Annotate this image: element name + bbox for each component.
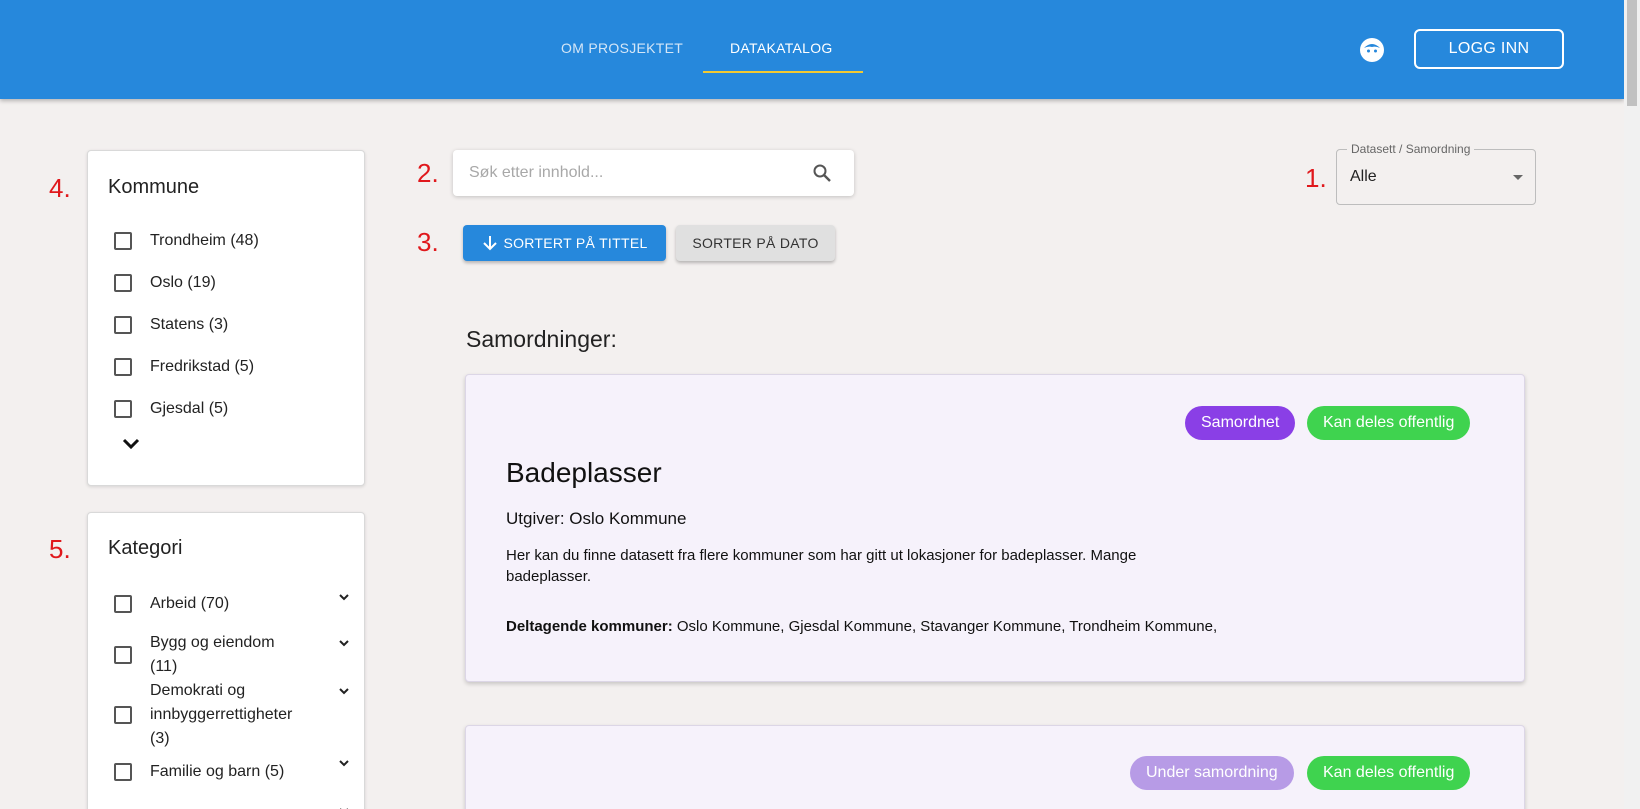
kommune-filter-label: Oslo (19) bbox=[150, 274, 216, 291]
annotation-5: 5. bbox=[49, 534, 71, 564]
kommune-filter-item[interactable]: Trondheim (48) bbox=[114, 229, 259, 253]
dataset-publisher: Utgiver: Oslo Kommune bbox=[506, 509, 687, 528]
kategori-filter-item[interactable]: Familie og barn (5) bbox=[114, 760, 310, 784]
participants-value: Oslo Kommune, Gjesdal Kommune, Stavanger… bbox=[676, 618, 1218, 635]
kategori-filter-title: Kategori bbox=[108, 537, 183, 559]
checkbox[interactable] bbox=[114, 274, 132, 292]
dataset-title: Badeplasser bbox=[506, 457, 662, 488]
kategori-filter-label: Bygg og eiendom (11) bbox=[150, 634, 275, 675]
annotation-3: 3. bbox=[417, 227, 439, 257]
type-select-value: Alle bbox=[1350, 168, 1377, 185]
scrollbar-thumb[interactable] bbox=[1627, 0, 1637, 106]
kommune-filter-card: Kommune Trondheim (48) Oslo (19) Statens… bbox=[87, 150, 365, 486]
kommune-filter-item[interactable]: Statens (3) bbox=[114, 313, 228, 337]
chevron-down-icon[interactable] bbox=[338, 589, 350, 607]
dataset-participants: Deltagende kommuner: Oslo Kommune, Gjesd… bbox=[506, 618, 1217, 635]
kommune-filter-item[interactable]: Gjesdal (5) bbox=[114, 397, 228, 421]
chevron-down-icon[interactable] bbox=[122, 437, 140, 456]
tab-om-prosjektet[interactable]: OM PROSJEKTET bbox=[561, 40, 683, 56]
search-icon[interactable] bbox=[812, 163, 832, 188]
chevron-down-icon[interactable] bbox=[338, 755, 350, 773]
tab-datakatalog[interactable]: DATAKATALOG bbox=[730, 40, 833, 56]
kommune-filter-item[interactable]: Fredrikstad (5) bbox=[114, 355, 254, 379]
dropdown-arrow-icon bbox=[1513, 175, 1523, 180]
kommune-filter-label: Gjesdal (5) bbox=[150, 400, 229, 417]
login-button[interactable]: LOGG INN bbox=[1414, 29, 1564, 69]
checkbox[interactable] bbox=[114, 646, 132, 664]
annotation-2: 2. bbox=[417, 158, 439, 188]
kategori-filter-item[interactable]: Bygg og eiendom (11) bbox=[114, 631, 290, 679]
kategori-filter-label: Demokrati og innbyggerrettigheter (3) bbox=[150, 682, 293, 747]
kategori-filter-item[interactable]: Demokrati og innbyggerrettigheter (3) bbox=[114, 679, 300, 751]
type-select[interactable]: Datasett / Samordning Alle bbox=[1336, 142, 1536, 205]
sort-by-date-button[interactable]: SORTER PÅ DATO bbox=[676, 225, 835, 261]
kategori-filter-item[interactable]: Arbeid (70) bbox=[114, 592, 310, 616]
dataset-description: Her kan du finne datasett fra flere komm… bbox=[506, 547, 1137, 585]
status-badge: Samordnet bbox=[1185, 406, 1296, 440]
dataset-card[interactable]: Samordnet Kan deles offentlig Badeplasse… bbox=[465, 374, 1525, 682]
annotation-4: 4. bbox=[49, 173, 71, 203]
kommune-filter-label: Trondheim (48) bbox=[150, 232, 259, 249]
checkbox[interactable] bbox=[114, 763, 132, 781]
checkbox[interactable] bbox=[114, 595, 132, 613]
search-input[interactable] bbox=[469, 162, 799, 184]
kommune-filter-label: Fredrikstad (5) bbox=[150, 358, 255, 375]
checkbox[interactable] bbox=[114, 706, 132, 724]
checkbox[interactable] bbox=[114, 316, 132, 334]
kategori-filter-label: Familie og barn (5) bbox=[150, 763, 285, 780]
kategori-filter-label: Arbeid (70) bbox=[150, 595, 230, 612]
page-scrollbar[interactable] bbox=[1624, 0, 1640, 809]
active-tab-indicator bbox=[703, 71, 863, 73]
dataset-card[interactable]: Under samordning Kan deles offentlig bbox=[465, 725, 1525, 809]
arrow-down-icon bbox=[483, 236, 498, 251]
chevron-down-icon[interactable] bbox=[338, 683, 350, 701]
section-heading: Samordninger: bbox=[466, 326, 617, 352]
kommune-filter-item[interactable]: Oslo (19) bbox=[114, 271, 216, 295]
checkbox[interactable] bbox=[114, 400, 132, 418]
checkbox[interactable] bbox=[114, 358, 132, 376]
checkbox[interactable] bbox=[114, 232, 132, 250]
type-select-label: Datasett / Samordning bbox=[1347, 142, 1475, 156]
sort-by-title-button[interactable]: SORTERT PÅ TITTEL bbox=[463, 225, 666, 261]
access-badge: Kan deles offentlig bbox=[1307, 756, 1471, 790]
status-badge: Under samordning bbox=[1130, 756, 1294, 790]
sort-by-title-label: SORTERT PÅ TITTEL bbox=[503, 235, 648, 251]
participants-label: Deltagende kommuner: bbox=[506, 618, 673, 635]
app-bar: OM PROSJEKTET DATAKATALOG LOGG INN bbox=[0, 0, 1624, 99]
annotation-1: 1. bbox=[1305, 163, 1327, 193]
search-box bbox=[453, 150, 854, 196]
kategori-filter-card: Kategori Arbeid (70) Bygg og eiendom (11… bbox=[87, 512, 365, 809]
chevron-down-icon[interactable] bbox=[338, 635, 350, 653]
access-badge: Kan deles offentlig bbox=[1307, 406, 1471, 440]
user-face-icon[interactable] bbox=[1360, 38, 1384, 62]
chevron-down-icon[interactable] bbox=[338, 803, 350, 809]
kommune-filter-title: Kommune bbox=[108, 176, 200, 198]
kommune-filter-label: Statens (3) bbox=[150, 316, 229, 333]
